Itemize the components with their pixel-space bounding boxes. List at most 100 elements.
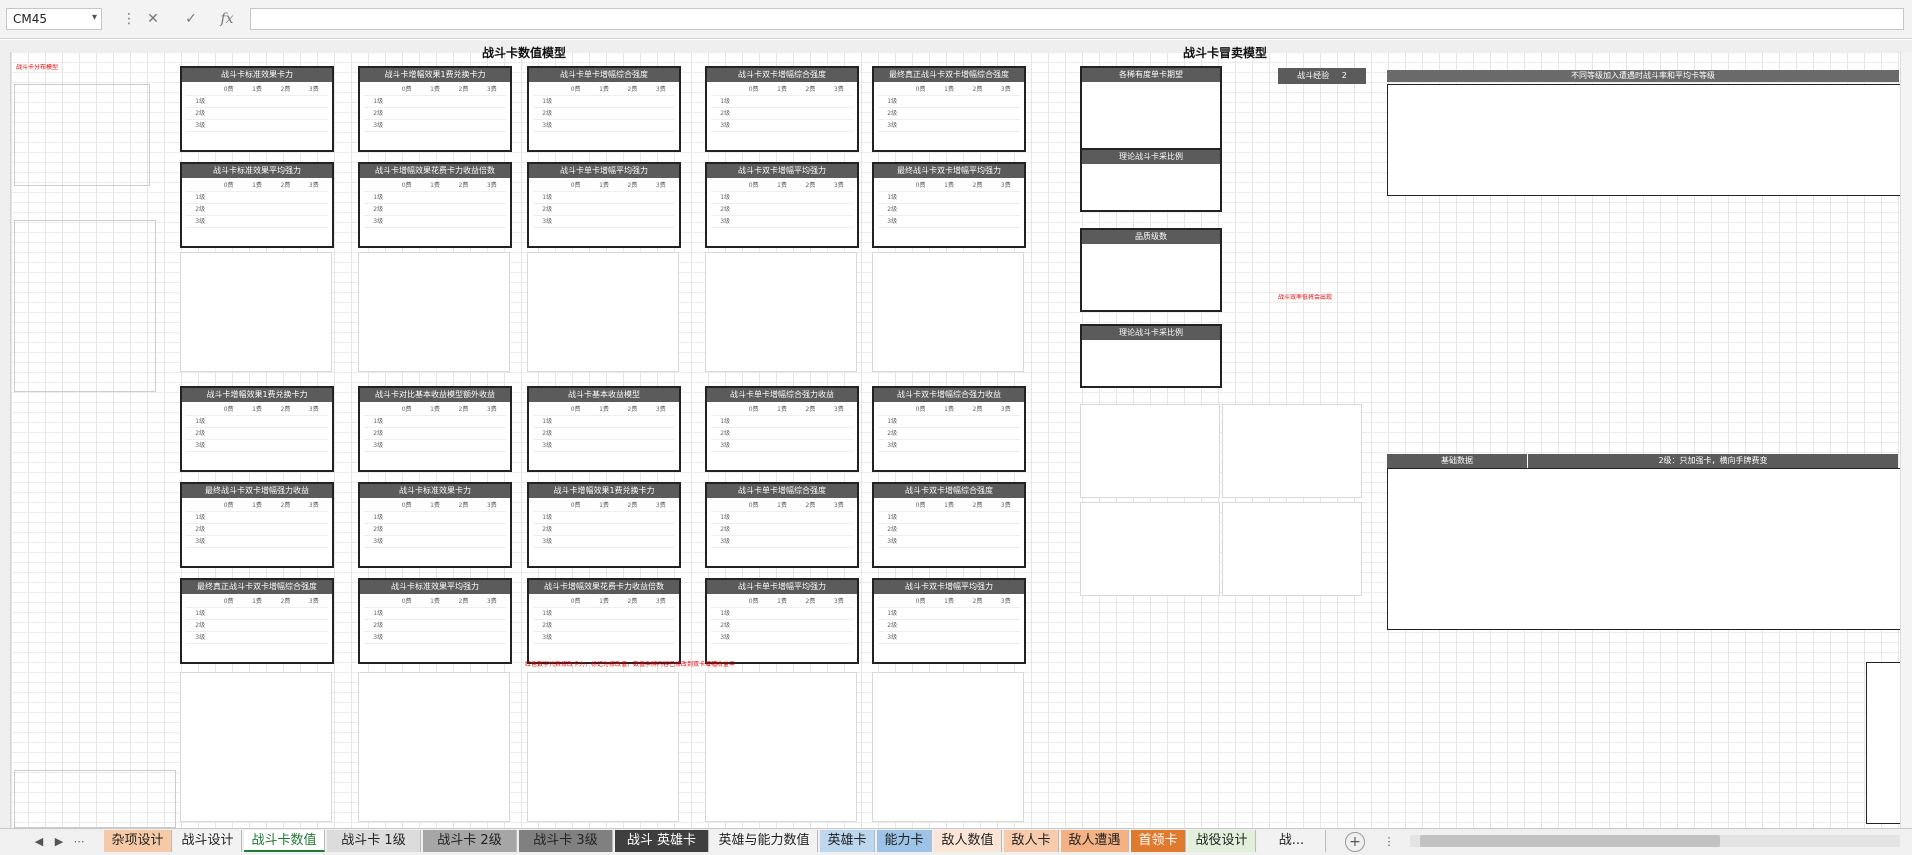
sheet-tab[interactable]: 杂项设计 [104,830,172,852]
right-model-title: 战斗卡冒卖模型 [1183,46,1268,60]
value-table: 战斗卡双卡增幅平均强力 0费 1费 2费 3费 1级 2级 3级 [705,162,859,248]
next-sheet-icon[interactable]: ▶ [50,833,68,851]
horizontal-scrollbar[interactable] [1410,835,1900,847]
table-row: 1级 [186,192,328,204]
right-red-note: 战斗效率低将会出现 [1278,294,1333,301]
table-row: 3级 [364,632,506,644]
value-table: 战斗卡增幅效果花费卡力收益倍数 0费 1费 2费 3费 1级 2级 3级 [358,162,512,248]
value-table: 战斗卡单卡增幅平均强力 0费 1费 2费 3费 1级 2级 3级 [527,162,681,248]
sheet-tab[interactable]: 战斗卡 2级 [423,830,517,852]
value-table: 战斗卡双卡增幅综合强度 0费 1费 2费 3费 1级 2级 3级 [872,482,1026,568]
table-row: 2级 [364,108,506,120]
table-row: 2级 [364,428,506,440]
value-table: 战斗卡双卡增幅综合强度 0费 1费 2费 3费 1级 2级 3级 [705,66,859,152]
note-box-1 [14,84,150,186]
right-note-1 [1387,246,1607,326]
bar-chart-placeholder [1222,404,1362,498]
value-table-title: 战斗卡增幅效果1费兑换卡力 [360,68,510,82]
table-row: 3级 [533,216,675,228]
table-row: 3级 [364,536,506,548]
table-row: 2级 [878,428,1020,440]
formula-bar: CM45 ▾ ⋮ ✕ ✓ fx [0,0,1912,39]
table-header-row: 0费 1费 2费 3费 [364,596,506,608]
table-row: 1级 [878,512,1020,524]
name-box[interactable]: CM45 ▾ [6,8,102,30]
value-table-title: 战斗卡标准效果平均强力 [182,164,332,178]
table-row: 1级 [711,512,853,524]
table-row: 1级 [364,512,506,524]
value-table-title: 最终真正战斗卡双卡增幅综合强度 [874,68,1024,82]
note-box-3 [14,770,176,828]
cost-table [1387,468,1901,630]
sheet-tab[interactable]: 首领卡 [1131,830,1186,852]
table-row: 2级 [711,108,853,120]
value-table: 战斗卡标准效果卡力 0费 1费 2费 3费 1级 2级 3级 [180,66,334,152]
sheet-tab[interactable]: 英雄与能力数值 [711,830,818,852]
sheet-tab[interactable]: 战斗卡 3级 [519,830,613,852]
bar-chart-placeholder [1080,502,1220,596]
table-row: 2级 [878,108,1020,120]
enter-icon[interactable]: ✓ [178,8,204,30]
add-sheet-icon[interactable]: + [1345,832,1365,852]
table-header-row: 0费 1费 2费 3费 [533,180,675,192]
table-header-row: 0费 1费 2费 3费 [711,500,853,512]
sheet-tab[interactable]: 战斗设计 [174,830,242,852]
chevron-down-icon[interactable]: ▾ [92,12,97,23]
table-row: 1级 [533,416,675,428]
more-options-icon[interactable]: ⋮ [116,8,142,30]
vertical-scrollbar[interactable] [1900,52,1912,828]
value-table: 战斗卡单卡增幅综合强度 0费 1费 2费 3费 1级 2级 3级 [527,66,681,152]
table-row: 2级 [186,428,328,440]
scrollbar-thumb[interactable] [1420,835,1720,847]
table-row: 2级 [533,204,675,216]
prev-sheet-icon[interactable]: ◀ [30,833,48,851]
sheet-tab[interactable]: 敌人遭遇 [1061,830,1129,852]
chart-placeholder [527,672,679,822]
table-row: 1级 [186,608,328,620]
value-table-title: 战斗卡增幅效果花费卡力收益倍数 [529,580,679,594]
table-header-row: 0费 1费 2费 3费 [364,180,506,192]
table-header-row: 0费 1费 2费 3费 [186,500,328,512]
table-row: 2级 [878,524,1020,536]
table-row: 3级 [711,536,853,548]
table-row: 3级 [533,440,675,452]
sheet-tab[interactable]: 战斗卡 1级 [327,830,421,852]
formula-input[interactable] [250,8,1904,30]
note-red-2: 红色数字代表修改卡力，标记为修改值，数值手牌内容已修改到双卡增幅收益中 [525,661,736,668]
basic-data-label: 基础数据 [1387,454,1527,468]
sheet-tab[interactable]: 英雄卡 [820,830,875,852]
table-header-row: 0费 1费 2费 3费 [533,404,675,416]
table-header-row: 0费 1费 2费 3费 [533,500,675,512]
sheet-tab[interactable]: 能力卡 [877,830,932,852]
tab-options-icon[interactable]: ⋯ [70,833,88,851]
table-row: 2级 [186,620,328,632]
cancel-icon[interactable]: ✕ [140,8,166,30]
sheet-tab[interactable]: 战役设计 [1188,830,1256,852]
table-header-row: 0费 1费 2费 3费 [533,84,675,96]
sheet-tab[interactable]: 战斗卡数值 [244,830,325,852]
right-value-table: 品质级数 [1080,228,1222,312]
sheet-tab[interactable]: 战... [1258,830,1326,852]
value-table: 战斗卡标准效果卡力 0费 1费 2费 3费 1级 2级 3级 [358,482,512,568]
sheet-tab[interactable]: 战斗 英雄卡 [615,830,709,852]
tab-scroll-icon[interactable]: ⋮ [1380,833,1398,851]
value-table-title: 战斗卡增幅效果花费卡力收益倍数 [360,164,510,178]
table-row: 2级 [186,204,328,216]
table-row: 3级 [711,632,853,644]
value-table-title: 战斗卡基本收益模型 [529,388,679,402]
bar-chart-placeholder [1222,502,1362,596]
sheet-tab[interactable]: 敌人卡 [1004,830,1059,852]
table-header-row: 0费 1费 2费 3费 [186,596,328,608]
table-row: 3级 [711,120,853,132]
insert-function-icon[interactable]: fx [214,8,240,30]
chart-placeholder [180,672,332,822]
chart-placeholder [872,672,1024,822]
table-row: 3级 [186,440,328,452]
row-header[interactable] [0,52,11,828]
value-table-title: 战斗卡标准效果卡力 [182,68,332,82]
value-table-title: 战斗卡增幅效果1费兑换卡力 [182,388,332,402]
table-header-row: 0费 1费 2费 3费 [186,84,328,96]
table-row: 3级 [533,536,675,548]
sheet-tab[interactable]: 敌人数值 [934,830,1002,852]
sheet-tab-bar: ◀ ▶ ⋯ 杂项设计 战斗设计 战斗卡数值 战斗卡 1级 战斗卡 2级 战斗卡 3级 战斗 … [0,828,1912,855]
